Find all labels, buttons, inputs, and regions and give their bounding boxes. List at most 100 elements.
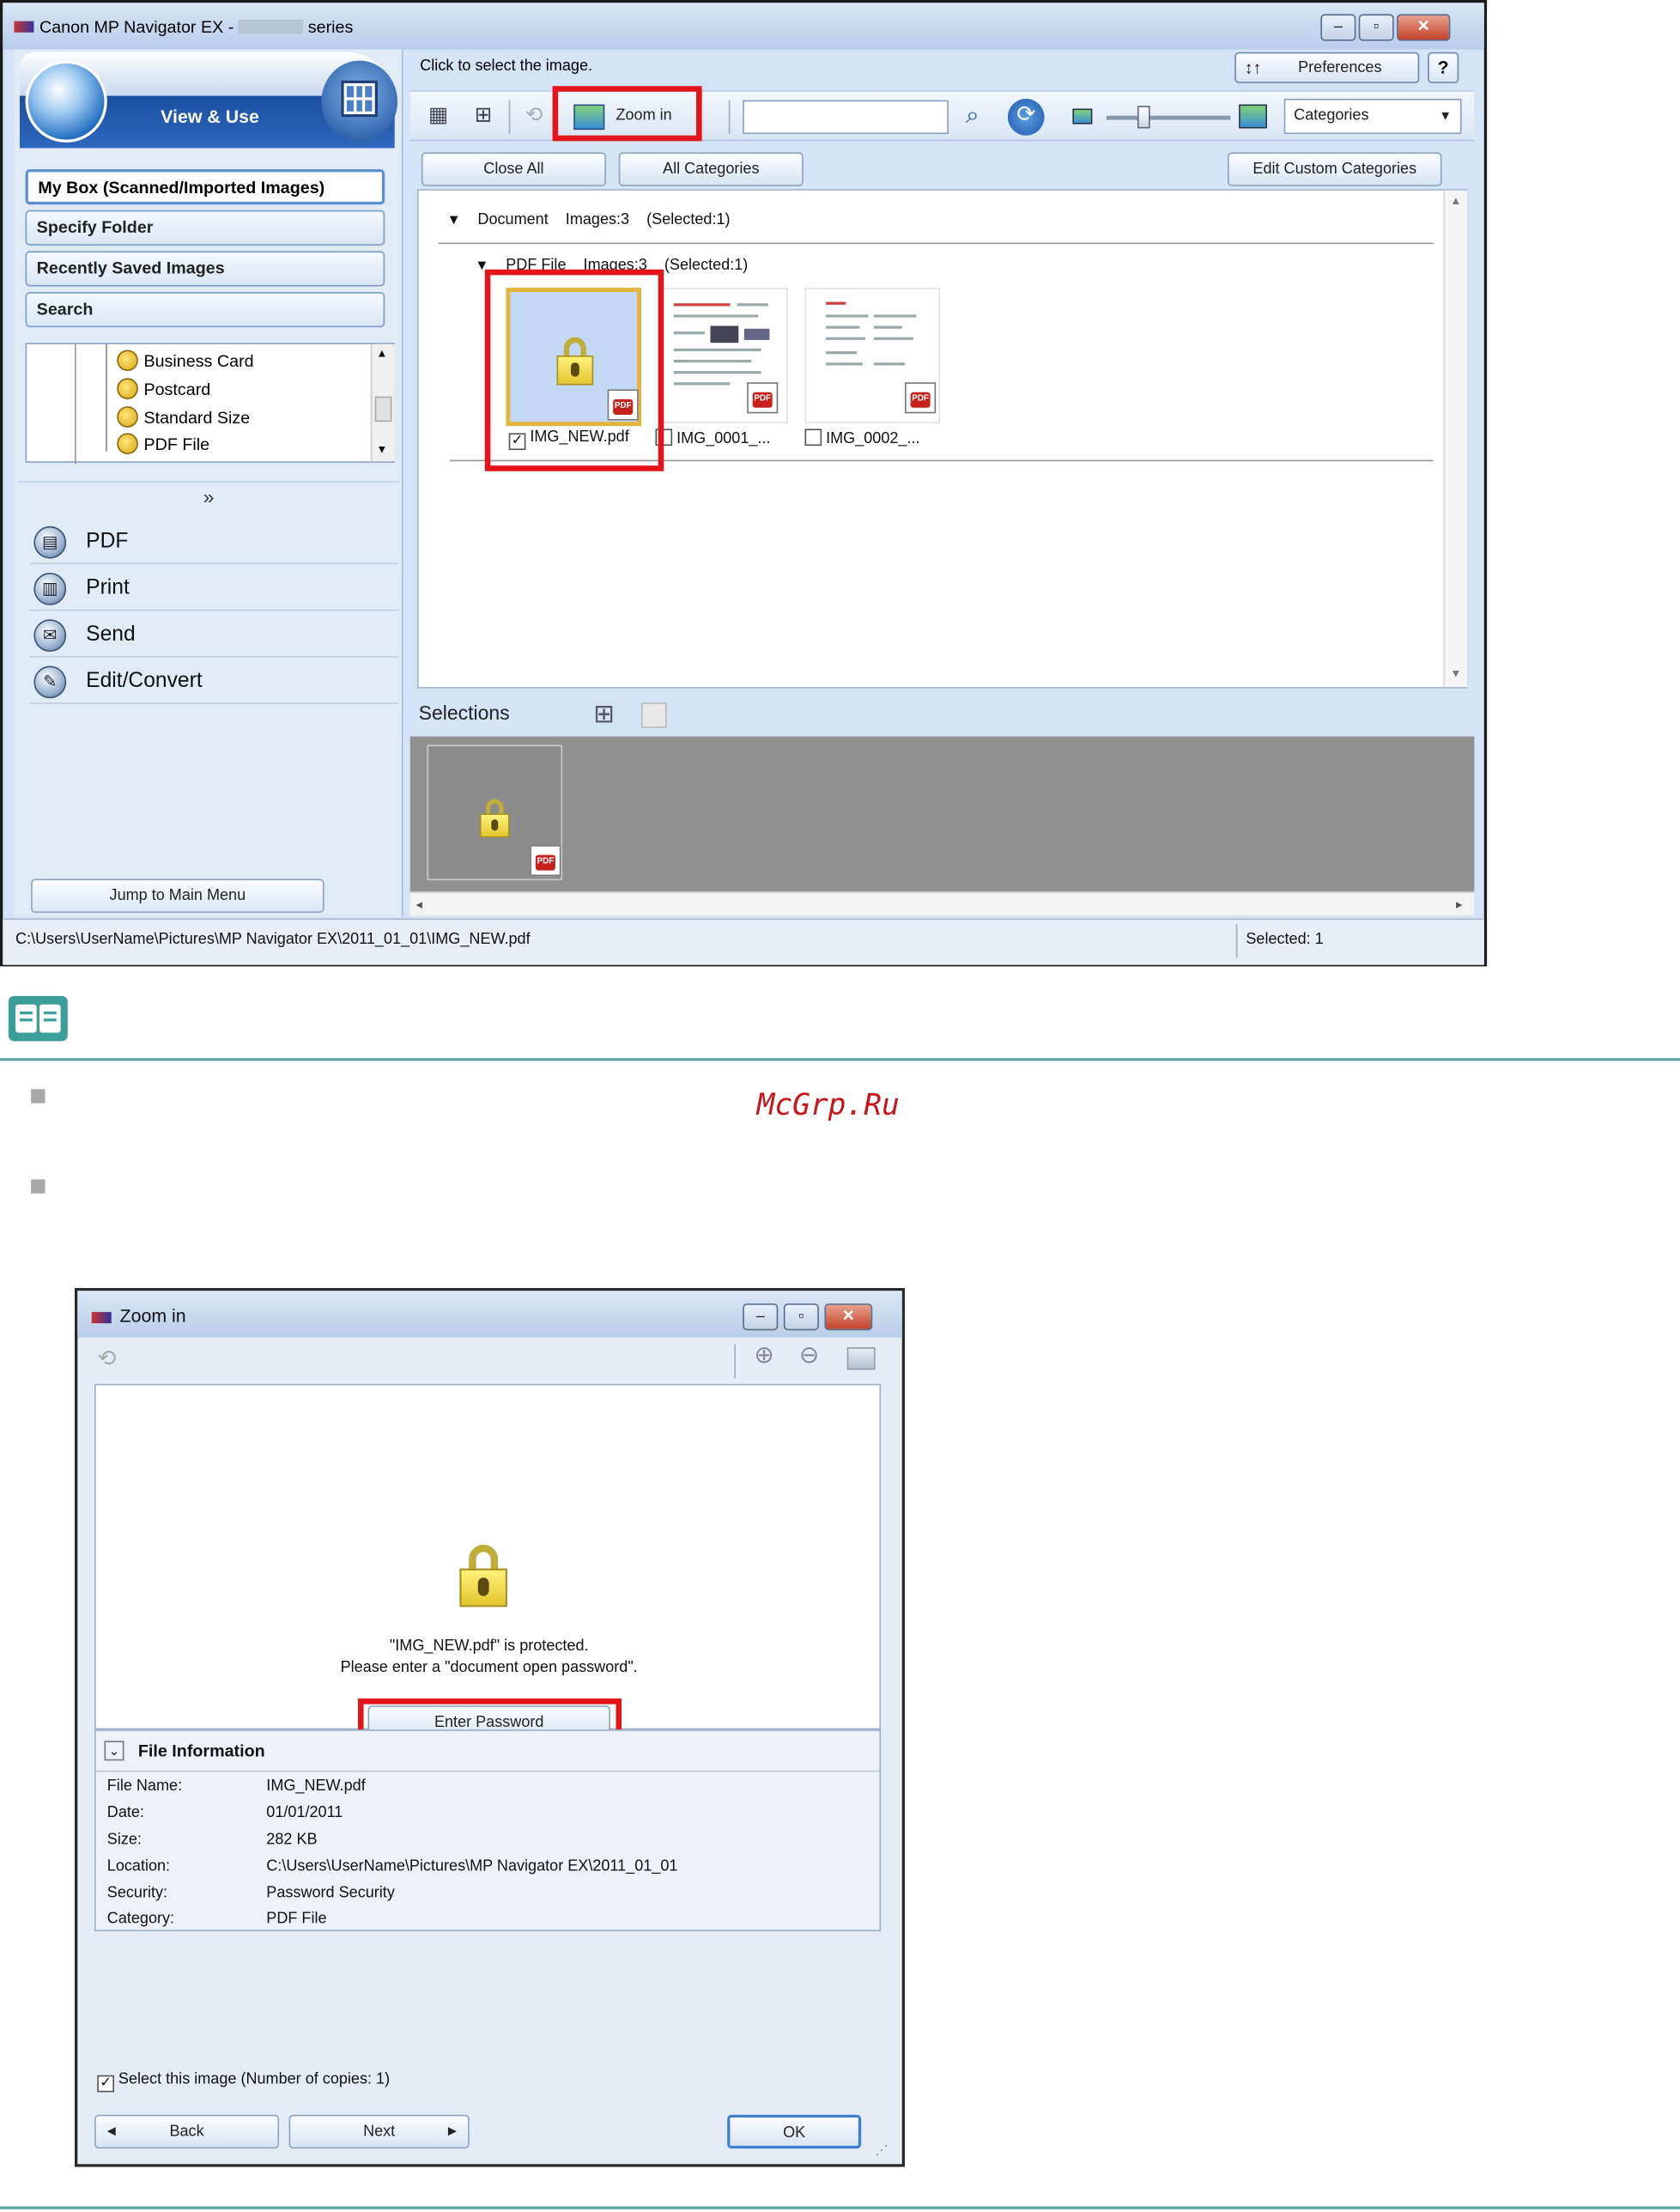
tree-item-pdf-file[interactable]: PDF File [117,432,209,458]
preferences-button[interactable]: ↕↑ Preferences [1234,52,1420,83]
info-key-location: Location: [106,1857,171,1875]
info-value-location: C:\Users\UserName\Pictures\MP Navigator … [266,1857,678,1875]
toolbar-divider [734,1344,737,1379]
rotate-disabled-icon[interactable]: ⟲ [97,1345,116,1373]
file-info-title: File Information [137,1741,265,1761]
preview-area: "IMG_NEW.pdf" is protected. Please enter… [94,1383,882,1740]
info-key-security: Security: [106,1884,168,1902]
thumbnail-view-icon[interactable]: ▦ [422,100,455,134]
zoom-out-icon[interactable]: ⊖ [799,1341,819,1370]
expand-chevron-icon[interactable]: » [18,481,399,514]
scroll-left-icon[interactable]: ◂ [415,897,422,913]
rotate-disabled-icon[interactable]: ⟲ [518,100,551,134]
grid-view-icon[interactable]: ⊞ [466,100,500,134]
model-name-redacted [238,20,304,34]
action-pdf[interactable]: ▤ PDF [29,522,399,565]
close-button[interactable]: ✕ [1397,14,1451,41]
tree-item-standard-size[interactable]: Standard Size [117,405,250,431]
select-checkbox[interactable] [804,428,822,447]
scroll-down-icon[interactable]: ▼ [376,443,387,456]
thumbnail-label[interactable]: IMG_0001_... [655,428,771,447]
window-controls: – ▫ ✕ [1320,14,1451,42]
info-value-date: 01/01/2011 [266,1804,343,1821]
horizontal-scrollbar[interactable]: ◂ ▸ [409,891,1475,916]
view-use-grid-icon [321,60,397,143]
selections-disabled-icon[interactable] [641,702,667,728]
category-icon [117,406,138,428]
info-value-size: 282 KB [266,1831,318,1849]
magnifier-search-icon[interactable]: ⌕ [954,100,991,134]
pdf-action-icon: ▤ [33,526,67,559]
slider-thumb[interactable] [1137,106,1150,129]
help-button[interactable]: ? [1428,52,1459,83]
thumbnail-img-0001[interactable]: PDF [658,288,788,423]
search-input[interactable] [743,100,949,135]
scroll-up-icon[interactable]: ▲ [376,347,387,360]
watermark: McGrp.Ru [756,1087,900,1122]
group-header-document[interactable]: ▼ Document Images:3 (Selected:1) [446,211,730,228]
category-icon [117,433,138,455]
slider-track [1106,115,1231,120]
ok-button[interactable]: OK [727,2114,862,2149]
preferences-icon: ↕↑ [1244,58,1262,78]
next-button[interactable]: Next ▶ [288,2114,470,2149]
tree-scrollbar[interactable]: ▲ ▼ [370,343,395,462]
maximize-button[interactable]: ▫ [783,1304,819,1331]
view-use-globe-icon [25,60,107,143]
tree-item-postcard[interactable]: Postcard [117,377,210,403]
minimize-button[interactable]: – [1320,14,1356,41]
collapse-toggle-icon[interactable]: ⌄ [104,1741,124,1761]
refresh-icon[interactable]: ⟳ [1007,99,1045,136]
large-image-icon [1239,104,1267,129]
selections-grid-icon[interactable]: ⊞ [593,700,615,730]
scroll-right-icon[interactable]: ▸ [1456,897,1462,913]
close-button[interactable]: ✕ [824,1304,873,1331]
resize-grip-icon[interactable]: ⋰ [876,2143,889,2159]
nav-search[interactable]: Search [25,292,385,328]
toolbar-divider [728,100,731,135]
maximize-button[interactable]: ▫ [1358,14,1394,41]
select-image-checkbox[interactable]: ✓ [97,2075,114,2093]
edit-custom-categories-button[interactable]: Edit Custom Categories [1228,152,1442,186]
tree-scroll-thumb[interactable] [374,396,392,422]
tree-item-business-card[interactable]: Business Card [117,349,254,374]
minimize-button[interactable]: – [743,1304,779,1331]
thumbnail-highlight [484,269,664,471]
back-button[interactable]: ◀ Back [94,2114,280,2149]
nav-recently-saved[interactable]: Recently Saved Images [25,251,385,287]
category-icon [117,378,138,399]
thumbnail-label[interactable]: IMG_0002_... [804,428,920,447]
thumbnail-size-slider[interactable] [1072,103,1270,131]
collapse-triangle-icon[interactable]: ▼ [446,213,460,228]
action-print[interactable]: ▥ Print [29,568,399,611]
action-edit-convert[interactable]: ✎ Edit/Convert [29,662,399,704]
note-divider [0,1058,1680,1061]
envelope-icon: ✉ [33,619,67,653]
scroll-down-icon[interactable]: ▼ [1450,667,1461,680]
info-key-filename: File Name: [106,1778,183,1795]
printer-icon: ▥ [33,573,67,605]
jump-to-main-menu-button[interactable]: Jump to Main Menu [31,878,324,913]
dialog-window-controls: – ▫ ✕ [743,1304,873,1332]
all-categories-button[interactable]: All Categories [618,152,804,186]
protected-message: "IMG_NEW.pdf" is protected. Please enter… [340,1638,638,1676]
zoom-in-icon[interactable]: ⊕ [754,1341,773,1370]
info-key-category: Category: [106,1910,175,1928]
selected-thumbnail[interactable]: PDF [427,744,563,881]
note-bullet-icon [31,1179,45,1194]
info-value-security: Password Security [266,1884,395,1902]
arrow-left-icon: ◀ [106,2124,116,2137]
scroll-up-icon[interactable]: ▲ [1450,195,1461,208]
close-all-button[interactable]: Close All [421,152,606,186]
pdf-badge-icon: PDF [747,382,779,414]
select-image-option[interactable]: ✓ Select this image (Number of copies: 1) [97,2071,390,2093]
fit-image-icon[interactable] [846,1346,876,1370]
category-select[interactable]: Categories ▼ [1283,99,1462,135]
action-send[interactable]: ✉ Send [29,615,399,658]
nav-my-box[interactable]: My Box (Scanned/Imported Images) [25,169,385,205]
nav-specify-folder[interactable]: Specify Folder [25,210,385,246]
status-path: C:\Users\UserName\Pictures\MP Navigator … [15,931,531,949]
thumbnail-img-0002[interactable]: PDF [804,288,941,423]
vertical-scrollbar[interactable]: ▲ ▼ [1443,190,1468,688]
info-value-category: PDF File [266,1910,327,1928]
